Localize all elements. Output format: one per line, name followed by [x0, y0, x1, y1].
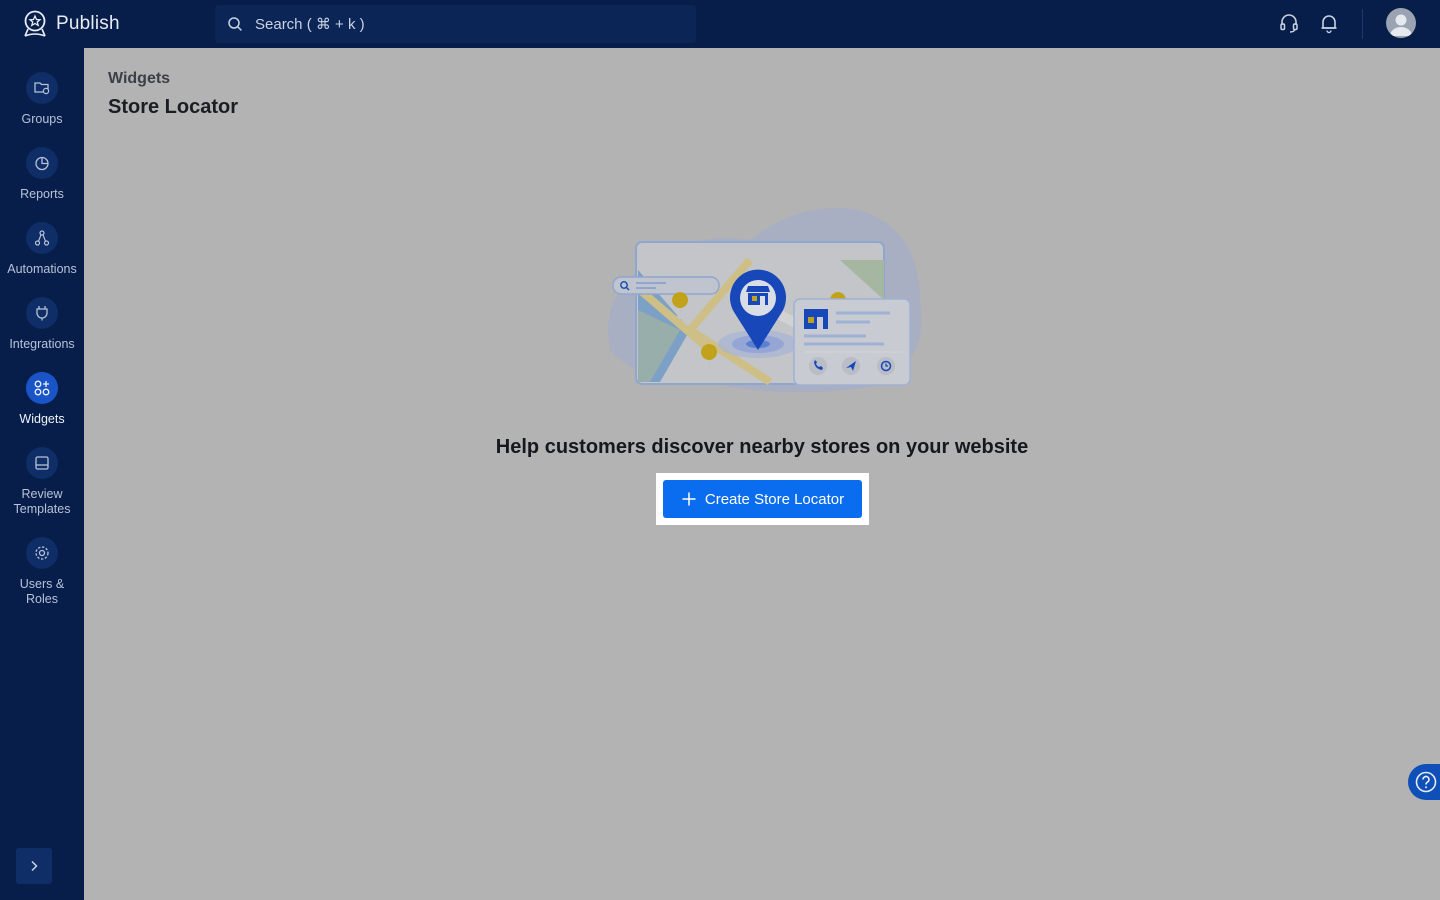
sidebar-item-label: Widgets	[19, 412, 65, 426]
store-locator-map-illustration	[608, 208, 922, 393]
sidebar: Groups Reports Automations Integrations …	[0, 48, 84, 900]
plug-icon	[36, 306, 48, 321]
main-content: Widgets Store Locator Help customers dis…	[84, 48, 1440, 900]
sidebar-bubble	[26, 537, 58, 569]
bell-icon[interactable]	[1318, 12, 1340, 34]
create-store-locator-button[interactable]: Create Store Locator	[663, 480, 862, 518]
folder-location-icon	[34, 82, 50, 95]
widgets-icon	[34, 380, 50, 396]
sidebar-item-automations[interactable]: Automations	[0, 222, 84, 277]
sidebar-item-widgets[interactable]: Widgets	[0, 372, 84, 427]
user-avatar-icon	[1390, 14, 1412, 36]
sidebar-item-label: Automations	[7, 262, 77, 276]
create-store-locator-label: Create Store Locator	[704, 490, 845, 508]
template-icon	[35, 456, 49, 470]
app-name: Publish	[56, 13, 120, 34]
sidebar-item-label: Integrations	[9, 337, 75, 351]
sidebar-item-label: Users & Roles	[19, 577, 65, 606]
sidebar-expand-button[interactable]	[16, 848, 52, 884]
sidebar-bubble	[26, 297, 58, 329]
sidebar-item-integrations[interactable]: Integrations	[0, 297, 84, 352]
sidebar-bubble	[26, 372, 58, 404]
top-bar: Publish	[0, 0, 1440, 48]
help-button[interactable]	[1408, 764, 1440, 800]
search-input[interactable]	[255, 5, 675, 43]
brand[interactable]: Publish	[22, 8, 120, 40]
sidebar-item-users-roles[interactable]: Users & Roles	[0, 537, 84, 607]
search-bar[interactable]	[215, 5, 696, 43]
sidebar-bubble	[26, 222, 58, 254]
topbar-divider	[1362, 9, 1363, 39]
sidebar-item-label: Reports	[20, 187, 64, 201]
workflow-icon	[34, 230, 50, 246]
question-icon	[1415, 771, 1437, 793]
plus-icon	[682, 492, 696, 506]
pie-chart-icon	[35, 156, 49, 171]
page-title: Store Locator	[108, 96, 239, 118]
sidebar-item-label: Groups	[21, 112, 63, 126]
chevron-right-icon	[31, 860, 38, 872]
empty-state-heading: Help customers discover nearby stores on…	[495, 436, 1029, 458]
headset-icon[interactable]	[1278, 12, 1300, 34]
gear-icon	[35, 546, 49, 560]
sidebar-bubble	[26, 447, 58, 479]
sidebar-item-reports[interactable]: Reports	[0, 147, 84, 202]
publish-logo-icon	[24, 10, 46, 37]
sidebar-item-groups[interactable]: Groups	[0, 72, 84, 127]
avatar[interactable]	[1386, 8, 1416, 38]
search-icon	[228, 17, 242, 31]
sidebar-item-label: Review Templates	[13, 487, 71, 516]
sidebar-bubble	[26, 72, 58, 104]
sidebar-item-review-templates[interactable]: Review Templates	[0, 447, 84, 517]
sidebar-bubble	[26, 147, 58, 179]
breadcrumb[interactable]: Widgets	[108, 70, 170, 88]
